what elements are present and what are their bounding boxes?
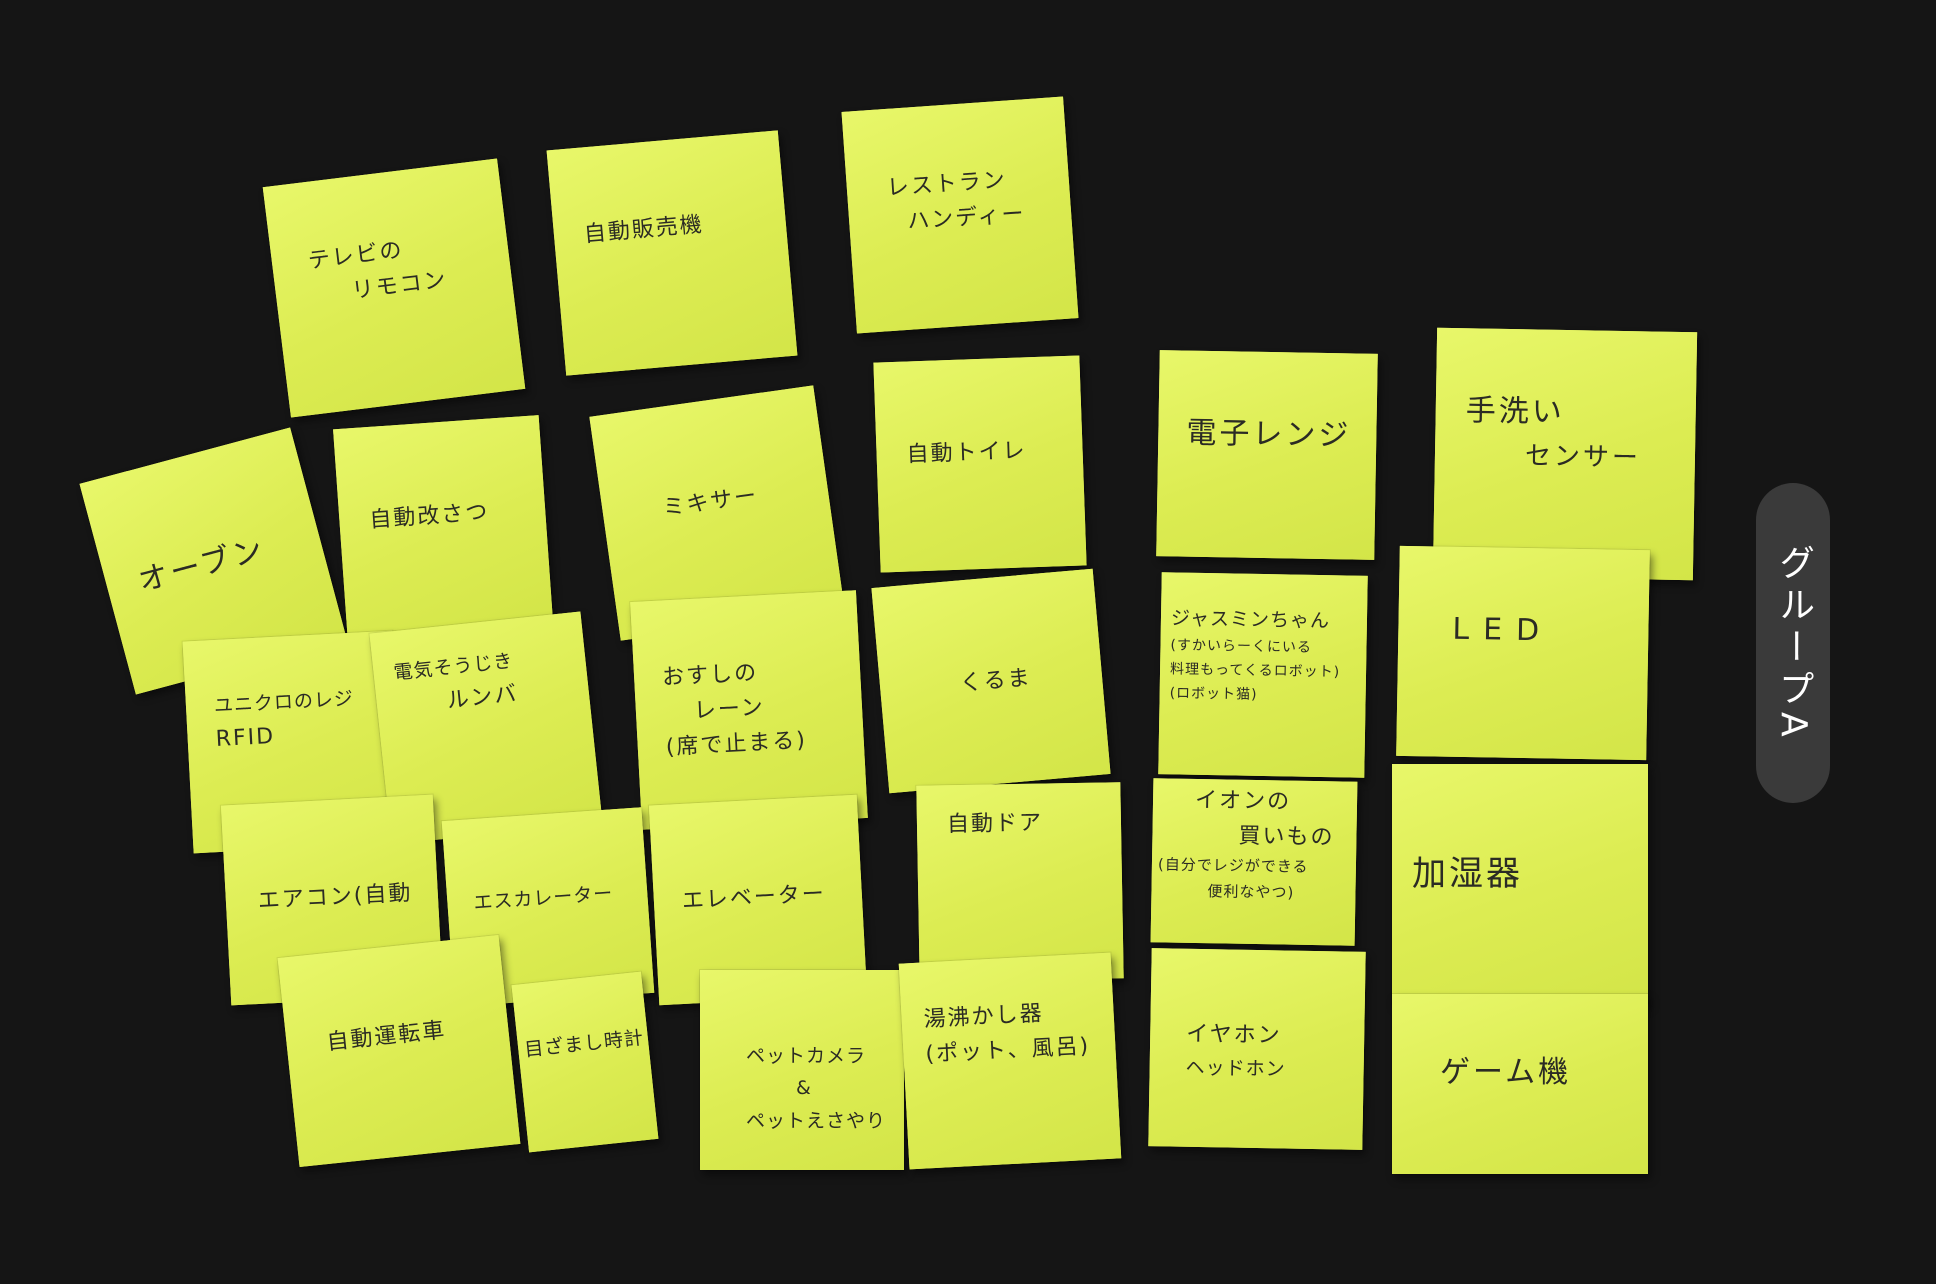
note-line: ミキサー [661,483,760,522]
sticky-note-auto-ticket-gate[interactable]: 自動改さつ [333,415,553,635]
note-line: 自動運転車 [325,1018,448,1056]
sticky-note-led[interactable]: LED [1396,545,1650,761]
sticky-note-handwash-sensor[interactable]: 手洗い センサー [1432,327,1698,581]
note-line: 料理もってくるロボット) [1169,661,1341,681]
note-line: ジャスミンちゃん [1170,607,1331,633]
group-label: グループA [1773,543,1814,743]
note-line: エアコン(自動 [257,880,414,914]
note-line: 手洗い [1465,393,1566,430]
note-line: ペットカメラ [746,1045,867,1067]
group-label-badge[interactable]: グループA [1756,483,1830,803]
note-line: ヘッドホン [1185,1056,1286,1081]
note-line: (すかいらーくにいる [1170,637,1313,657]
sticky-note-water-heater[interactable]: 湯沸かし器 (ポット、風呂) [898,952,1122,1170]
note-line: 電子レンジ [1186,415,1352,454]
note-line: エスカレーター [472,882,614,915]
note-line: イオンの [1194,787,1292,815]
note-line: くるま [959,665,1033,697]
sticky-note-vending-machine[interactable]: 自動販売機 [546,130,798,376]
sticky-note-auto-toilet[interactable]: 自動トイレ [873,355,1087,573]
sticky-note-self-driving-car[interactable]: 自動運転車 [277,934,521,1168]
sticky-note-car[interactable]: くるま [871,568,1111,794]
note-line: (ロボット猫) [1169,685,1258,703]
note-line: ペットえさやり [746,1109,887,1132]
note-line: RFID [215,724,276,753]
sticky-note-humidifier[interactable]: 加湿器 [1392,764,1648,1004]
note-line: 便利なやつ) [1207,882,1295,902]
sticky-note-microwave[interactable]: 電子レンジ [1156,350,1378,560]
note-line: 加湿器 [1412,854,1523,894]
note-line: エレベーター [681,881,827,914]
sticky-note-tv-remote[interactable]: テレビの リモコン [262,158,526,418]
sticky-note-sushi-lane[interactable]: おすしの レーン (席で止まる) [630,590,868,830]
note-line: 目ざまし時計 [523,1026,645,1062]
sticky-note-board: テレビの リモコン 自動販売機 レストラン ハンディー オーブン 自動改さつ ミ… [0,0,1936,1284]
note-line: 自動販売機 [583,212,705,248]
sticky-note-game-console[interactable]: ゲーム機 [1392,994,1648,1174]
note-line: イヤホン [1186,1021,1282,1049]
sticky-note-alarm-clock[interactable]: 目ざまし時計 [511,971,659,1153]
note-line: (自分でレジができる [1157,855,1309,877]
sticky-note-auto-door[interactable]: 自動ドア [916,782,1124,982]
sticky-note-pet-camera[interactable]: ペットカメラ & ペットえさやり [700,970,904,1170]
note-line: ゲーム機 [1440,1055,1572,1090]
note-line: & [796,1077,812,1100]
note-line: 自動ドア [946,810,1044,838]
note-line: 買いもの [1238,823,1335,851]
note-line: センサー [1524,440,1642,473]
sticky-note-restaurant-handy[interactable]: レストラン ハンディー [841,96,1079,334]
note-line: オーブン [134,531,270,600]
sticky-note-jasmine-robot[interactable]: ジャスミンちゃん (すかいらーくにいる 料理もってくるロボット) (ロボット猫) [1158,572,1368,778]
note-line: 自動改さつ [368,499,491,534]
sticky-note-earphones[interactable]: イヤホン ヘッドホン [1148,948,1366,1150]
note-line: 自動トイレ [906,438,1028,468]
note-line: LED [1452,611,1554,649]
sticky-note-aeon-self-checkout[interactable]: イオンの 買いもの (自分でレジができる 便利なやつ) [1150,778,1358,946]
note-line: (ポット、風呂) [924,1033,1091,1068]
note-line: (席で止まる) [665,728,808,761]
